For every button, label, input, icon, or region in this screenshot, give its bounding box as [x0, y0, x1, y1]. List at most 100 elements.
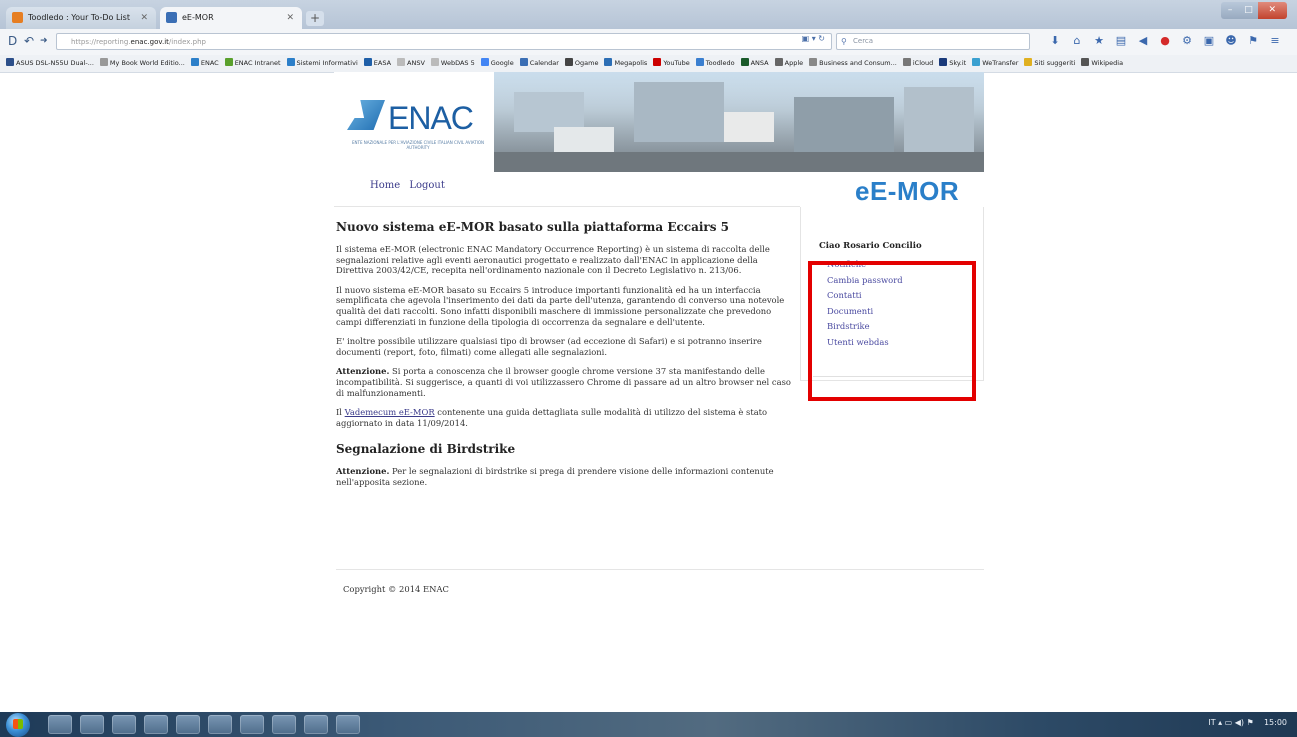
download-icon[interactable]: ⬇ — [1044, 34, 1066, 48]
taskbar-app-settings[interactable] — [240, 715, 264, 734]
bookmark-label: Toodledo — [705, 59, 735, 67]
maximize-button[interactable]: □ — [1239, 2, 1258, 19]
browser-tab-bar: Toodledo : Your To-Do List ✕ eE-MOR ✕ + … — [0, 0, 1297, 29]
bookmark-item[interactable]: Siti suggeriti — [1024, 55, 1075, 72]
new-tab-button[interactable]: + — [306, 11, 324, 26]
bookmark-item[interactable]: Toodledo — [695, 55, 735, 72]
page-title: Nuovo sistema eE-MOR basato sulla piatta… — [336, 220, 730, 234]
bookmark-item[interactable]: Business and Consum... — [809, 55, 897, 72]
home-toolbar-icon[interactable]: ⌂ — [1066, 34, 1088, 48]
minimize-button[interactable]: – — [1221, 2, 1240, 19]
birdstrike-paragraph: Attenzione. Per le segnalazioni di birds… — [336, 466, 796, 487]
bookmark-star-icon[interactable]: ★ — [1088, 34, 1110, 48]
birdstrike-warning-text: Per le segnalazioni di birdstrike si pre… — [336, 466, 774, 487]
bookmark-item[interactable]: Ogame — [564, 55, 598, 72]
url-host: enac.gov.it — [130, 38, 169, 46]
brand-title: eE-MOR — [855, 176, 960, 206]
toolbar-icons: ⬇ ⌂ ★ ▤ ◀ ● ⚙ ▣ ☻ ⚑ ≡ — [1044, 34, 1286, 48]
bookmark-label: Calendar — [529, 59, 559, 67]
bookmark-favicon-icon — [1024, 58, 1033, 66]
taskbar-app-chrome[interactable] — [144, 715, 168, 734]
bookmark-item[interactable]: ENAC Intranet — [224, 55, 281, 72]
intro-paragraph: Il sistema eE-MOR (electronic ENAC Manda… — [336, 244, 770, 276]
bookmark-item[interactable]: Sistemi Informativi — [286, 55, 358, 72]
close-window-button[interactable]: ✕ — [1257, 2, 1287, 19]
tab-toodledo[interactable]: Toodledo : Your To-Do List ✕ — [6, 7, 156, 29]
enac-logo[interactable]: ENAC ENTE NAZIONALE PER L'AVIAZIONE CIVI… — [334, 72, 494, 172]
bookmark-favicon-icon — [519, 58, 528, 66]
divider — [334, 206, 800, 207]
bookmark-item[interactable]: iCloud — [902, 55, 934, 72]
taskbar-app-firefox[interactable] — [176, 715, 200, 734]
tab-eemor[interactable]: eE-MOR ✕ — [160, 7, 302, 29]
bookmark-item[interactable]: My Book World Editio... — [99, 55, 185, 72]
taskbar-app-opera[interactable] — [208, 715, 232, 734]
tab-close-icon[interactable]: ✕ — [140, 7, 148, 29]
flag-icon[interactable]: ⚑ — [1242, 34, 1264, 48]
logout-link[interactable]: Logout — [409, 180, 445, 191]
toodledo-favicon-icon — [12, 12, 23, 23]
warning-label: Attenzione. — [336, 366, 390, 377]
bookmark-favicon-icon — [695, 58, 704, 66]
browser-nav-bar: D ↶ ➜ https://reporting.enac.gov.it/inde… — [0, 29, 1297, 56]
bookmark-label: Sistemi Informativi — [296, 59, 358, 67]
start-button[interactable] — [6, 713, 30, 737]
adblock-icon[interactable]: ● — [1154, 34, 1176, 48]
bookmark-favicon-icon — [480, 58, 489, 66]
taskbar-app-explorer[interactable] — [80, 715, 104, 734]
taskbar-app-media[interactable] — [112, 715, 136, 734]
url-bar[interactable]: https://reporting.enac.gov.it/index.php … — [56, 33, 832, 50]
bookmark-item[interactable]: Sky.it — [939, 55, 966, 72]
bookmark-label: Siti suggeriti — [1034, 59, 1076, 67]
menu-icon[interactable]: ≡ — [1264, 34, 1286, 48]
tray-icons[interactable]: IT ▴ ▭ ◀) ⚑ — [1208, 718, 1253, 727]
bookmark-item[interactable]: WebDAS 5 — [430, 55, 475, 72]
bookmark-favicon-icon — [604, 58, 613, 66]
home-link[interactable]: Home — [370, 180, 400, 191]
bookmark-label: ANSV — [407, 59, 425, 67]
bookmark-label: ENAC — [200, 59, 219, 67]
bookmark-item[interactable]: EASA — [363, 55, 391, 72]
birdstrike-heading: Segnalazione di Birdstrike — [336, 442, 516, 457]
chat-icon[interactable]: ☻ — [1220, 34, 1242, 48]
footer-divider — [336, 569, 984, 570]
clock[interactable]: 15:00 — [1264, 718, 1287, 727]
addon-icon[interactable]: ⚙ — [1176, 34, 1198, 48]
bookmark-favicon-icon — [430, 58, 439, 66]
taskbar-app-ie[interactable] — [48, 715, 72, 734]
bookmark-item[interactable]: WeTransfer — [972, 55, 1018, 72]
reload-icon[interactable]: ▣ ▾ ↻ — [802, 34, 825, 43]
enac-logo-subtitle: ENTE NAZIONALE PER L'AVIAZIONE CIVILE IT… — [352, 140, 484, 150]
taskbar-app-paint[interactable] — [336, 715, 360, 734]
bookmark-label: iCloud — [912, 59, 934, 67]
bookmark-favicon-icon — [653, 58, 662, 66]
bookmark-item[interactable]: Google — [480, 55, 514, 72]
send-icon[interactable]: ◀ — [1132, 34, 1154, 48]
bookmark-item[interactable]: ASUS DSL-N55U Dual-... — [6, 55, 94, 72]
tab-label: Toodledo : Your To-Do List — [28, 13, 130, 22]
bookmark-item[interactable]: Apple — [774, 55, 803, 72]
search-icon: ⚲ — [841, 37, 847, 46]
extension-icon[interactable]: ▣ — [1198, 34, 1220, 48]
vademecum-pre: Il — [336, 407, 345, 418]
tab-close-icon[interactable]: ✕ — [286, 7, 294, 29]
warning-text: Si porta a conoscenza che il browser goo… — [336, 366, 791, 398]
bookmark-item[interactable]: ANSA — [740, 55, 769, 72]
library-icon[interactable]: ▤ — [1110, 34, 1132, 48]
bookmark-item[interactable]: ENAC — [190, 55, 219, 72]
bookmark-item[interactable]: ANSV — [397, 55, 425, 72]
bookmark-item[interactable]: Wikipedia — [1081, 55, 1123, 72]
back-icon[interactable]: ↶ — [24, 34, 34, 48]
bookmark-favicon-icon — [99, 58, 108, 66]
taskbar-app-acrobat[interactable] — [304, 715, 328, 734]
bookmark-item[interactable]: Megapolis — [604, 55, 647, 72]
taskbar-app-outlook[interactable] — [272, 715, 296, 734]
forward-icon[interactable]: ➜ — [40, 36, 48, 46]
bookmark-item[interactable]: Calendar — [519, 55, 559, 72]
vademecum-link[interactable]: Vademecum eE-MOR — [345, 407, 435, 417]
search-input[interactable]: ⚲ Cerca — [836, 33, 1030, 50]
bookmark-favicon-icon — [972, 58, 981, 66]
enac-logo-text: ENAC — [388, 100, 474, 136]
home-icon[interactable]: D — [8, 34, 17, 48]
bookmark-item[interactable]: YouTube — [653, 55, 690, 72]
